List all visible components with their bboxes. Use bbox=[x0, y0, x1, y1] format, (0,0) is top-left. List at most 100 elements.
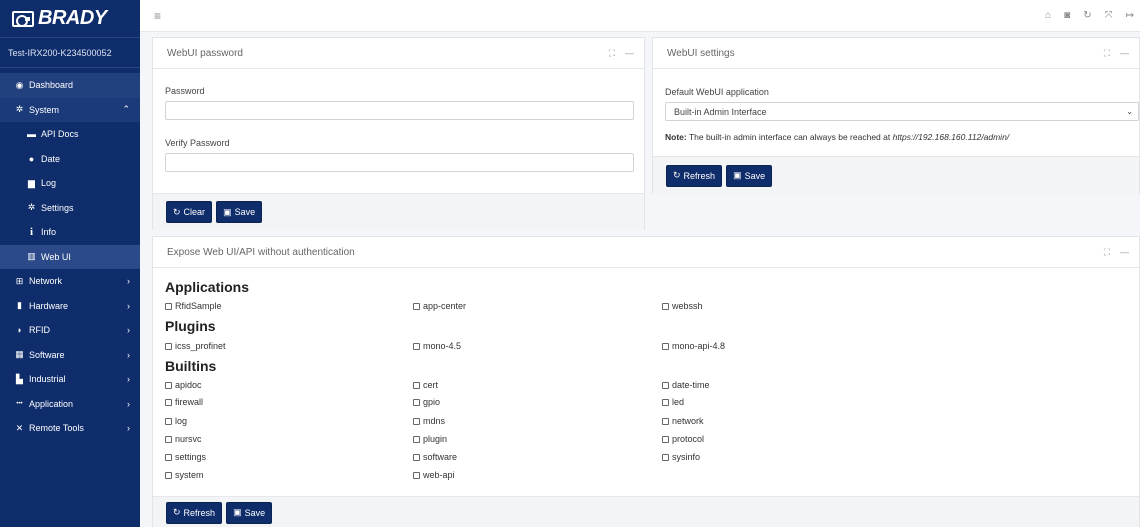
dots-icon: ••• bbox=[16, 400, 23, 407]
rfid-icon: ◗ bbox=[16, 325, 23, 336]
checkbox-cert[interactable]: cert bbox=[413, 380, 438, 390]
checkbox-software[interactable]: software bbox=[413, 452, 457, 462]
industry-icon: ▙ bbox=[16, 373, 23, 384]
collapse-icon[interactable]: — bbox=[625, 48, 634, 59]
info-icon: i bbox=[29, 226, 34, 239]
sidebar-item-remote-tools[interactable]: ✕ Remote Tools › bbox=[0, 416, 140, 441]
refresh-icon: ↻ bbox=[173, 507, 181, 517]
checkbox-label: network bbox=[672, 416, 704, 426]
brand-logo[interactable]: BRADY bbox=[0, 0, 140, 38]
checkbox-system[interactable]: system bbox=[165, 470, 204, 480]
save-button[interactable]: ▣ Save bbox=[216, 201, 263, 223]
section-title-plugins: Plugins bbox=[165, 318, 216, 334]
checkbox-mono-api-4-8[interactable]: mono-api-4.8 bbox=[662, 341, 725, 351]
sidebar-item-settings[interactable]: ✲ Settings bbox=[0, 196, 140, 221]
checkbox-icss-profinet[interactable]: icss_profinet bbox=[165, 341, 226, 351]
floppy-icon: ▣ bbox=[233, 507, 242, 517]
checkbox-icon bbox=[662, 435, 669, 443]
checkbox-protocol[interactable]: protocol bbox=[662, 434, 704, 444]
sidebar-item-label: Date bbox=[41, 153, 61, 164]
sidebar-item-label: System bbox=[29, 104, 60, 115]
sidebar-item-api-docs[interactable]: ▬ API Docs bbox=[0, 122, 140, 147]
refresh-button[interactable]: ↻ Refresh bbox=[166, 501, 223, 524]
sidebar-item-log[interactable]: ▆ Log bbox=[0, 171, 140, 196]
save-icon[interactable]: ◙ bbox=[1064, 10, 1070, 21]
refresh-icon[interactable]: ↻ bbox=[1083, 10, 1091, 21]
expand-icon[interactable]: ⛶ bbox=[609, 48, 615, 59]
checkbox-firewall[interactable]: firewall bbox=[165, 397, 203, 407]
sidebar-item-system[interactable]: ✲ System ⌃ bbox=[0, 97, 140, 122]
save-button[interactable]: ▣ Save bbox=[726, 164, 773, 187]
sidebar-item-software[interactable]: ▦ Software › bbox=[0, 343, 140, 368]
sidebar-item-label: Info bbox=[41, 227, 57, 238]
checkbox-apidoc[interactable]: apidoc bbox=[165, 380, 202, 390]
sidebar-item-application[interactable]: ••• Application › bbox=[0, 392, 140, 417]
sidebar-item-rfid[interactable]: ◗ RFID › bbox=[0, 318, 140, 343]
chevron-right-icon: › bbox=[127, 374, 130, 385]
checkbox-icon bbox=[165, 381, 172, 389]
expand-icon[interactable]: ⛶ bbox=[1104, 247, 1110, 258]
sidebar-nav: ◉ Dashboard ✲ System ⌃ ▬ API Docs ● Date… bbox=[0, 68, 140, 441]
checkbox-led[interactable]: led bbox=[662, 397, 684, 407]
checkbox-plugin[interactable]: plugin bbox=[413, 434, 447, 444]
brand-name: BRADY bbox=[38, 7, 107, 29]
checkbox-network[interactable]: network bbox=[662, 416, 704, 426]
checkbox-label: date-time bbox=[672, 380, 710, 390]
menu-icon[interactable]: ≡ bbox=[154, 9, 161, 23]
sidebar-item-dashboard[interactable]: ◉ Dashboard bbox=[0, 73, 140, 98]
file-icon: ▆ bbox=[28, 177, 35, 188]
fullscreen-icon[interactable]: ⤧ bbox=[1105, 10, 1113, 21]
checkbox-nursvc[interactable]: nursvc bbox=[165, 434, 202, 444]
sidebar-item-web-ui[interactable]: ▥ Web UI bbox=[0, 244, 140, 269]
checkbox-mono-4-5[interactable]: mono-4.5 bbox=[413, 341, 461, 351]
checkbox-mdns[interactable]: mdns bbox=[413, 416, 445, 426]
checkbox-label: plugin bbox=[423, 434, 448, 444]
checkbox-label: icss_profinet bbox=[175, 341, 226, 351]
expose-webui-card: Expose Web UI/API without authentication… bbox=[152, 236, 1140, 527]
refresh-button[interactable]: ↻ Refresh bbox=[666, 164, 723, 187]
card-footer: ↻ Refresh ▣ Save bbox=[653, 156, 1139, 194]
checkbox-label: mono-api-4.8 bbox=[672, 341, 726, 351]
note-text: The built-in admin interface can always … bbox=[686, 132, 893, 142]
section-title-builtins: Builtins bbox=[165, 358, 217, 374]
default-app-select[interactable]: Built-in Admin Interface ⌄ bbox=[665, 102, 1139, 121]
collapse-icon[interactable]: — bbox=[1120, 247, 1129, 258]
sidebar-item-info[interactable]: i Info bbox=[0, 220, 140, 245]
checkbox-icon bbox=[165, 302, 172, 310]
sidebar-item-industrial[interactable]: ▙ Industrial › bbox=[0, 367, 140, 392]
home-icon[interactable]: ⌂ bbox=[1045, 10, 1051, 21]
checkbox-gpio[interactable]: gpio bbox=[413, 397, 440, 407]
sidebar-item-network[interactable]: ⊞ Network › bbox=[0, 269, 140, 294]
checkbox-webssh[interactable]: webssh bbox=[662, 301, 703, 311]
gear-icon: ✲ bbox=[27, 202, 36, 213]
chevron-right-icon: › bbox=[127, 349, 130, 360]
checkbox-date-time[interactable]: date-time bbox=[662, 380, 710, 390]
checkbox-icon bbox=[413, 453, 420, 461]
sidebar-item-date[interactable]: ● Date bbox=[0, 147, 140, 172]
note-bold: Note: bbox=[665, 132, 687, 142]
checkbox-rfidsample[interactable]: RfidSample bbox=[165, 301, 222, 311]
checkbox-settings[interactable]: settings bbox=[165, 452, 206, 462]
admin-url[interactable]: https://192.168.160.112/admin/ bbox=[893, 132, 1010, 142]
card-title: WebUI password bbox=[167, 47, 243, 59]
checkbox-icon bbox=[165, 471, 172, 479]
checkbox-log[interactable]: log bbox=[165, 416, 187, 426]
password-input[interactable] bbox=[165, 101, 634, 120]
checkbox-label: led bbox=[672, 397, 685, 407]
device-name: Test-IRX200-K234500052 bbox=[0, 38, 140, 68]
logout-icon[interactable]: ↦ bbox=[1126, 10, 1134, 21]
checkbox-icon bbox=[413, 435, 420, 443]
checkbox-web-api[interactable]: web-api bbox=[413, 470, 455, 480]
verify-password-input[interactable] bbox=[165, 153, 634, 172]
collapse-icon[interactable]: — bbox=[1120, 48, 1129, 59]
checkbox-label: sysinfo bbox=[672, 452, 701, 462]
sidebar-item-hardware[interactable]: ▮ Hardware › bbox=[0, 294, 140, 319]
checkbox-sysinfo[interactable]: sysinfo bbox=[662, 452, 700, 462]
expand-icon[interactable]: ⛶ bbox=[1104, 48, 1110, 59]
sidebar-item-label: Settings bbox=[41, 202, 74, 213]
clear-button[interactable]: ↻ Clear bbox=[166, 201, 213, 223]
checkbox-app-center[interactable]: app-center bbox=[413, 301, 466, 311]
save-button[interactable]: ▣ Save bbox=[226, 501, 273, 524]
sidebar-item-label: Log bbox=[41, 178, 57, 189]
sidebar-item-label: Remote Tools bbox=[29, 423, 84, 434]
